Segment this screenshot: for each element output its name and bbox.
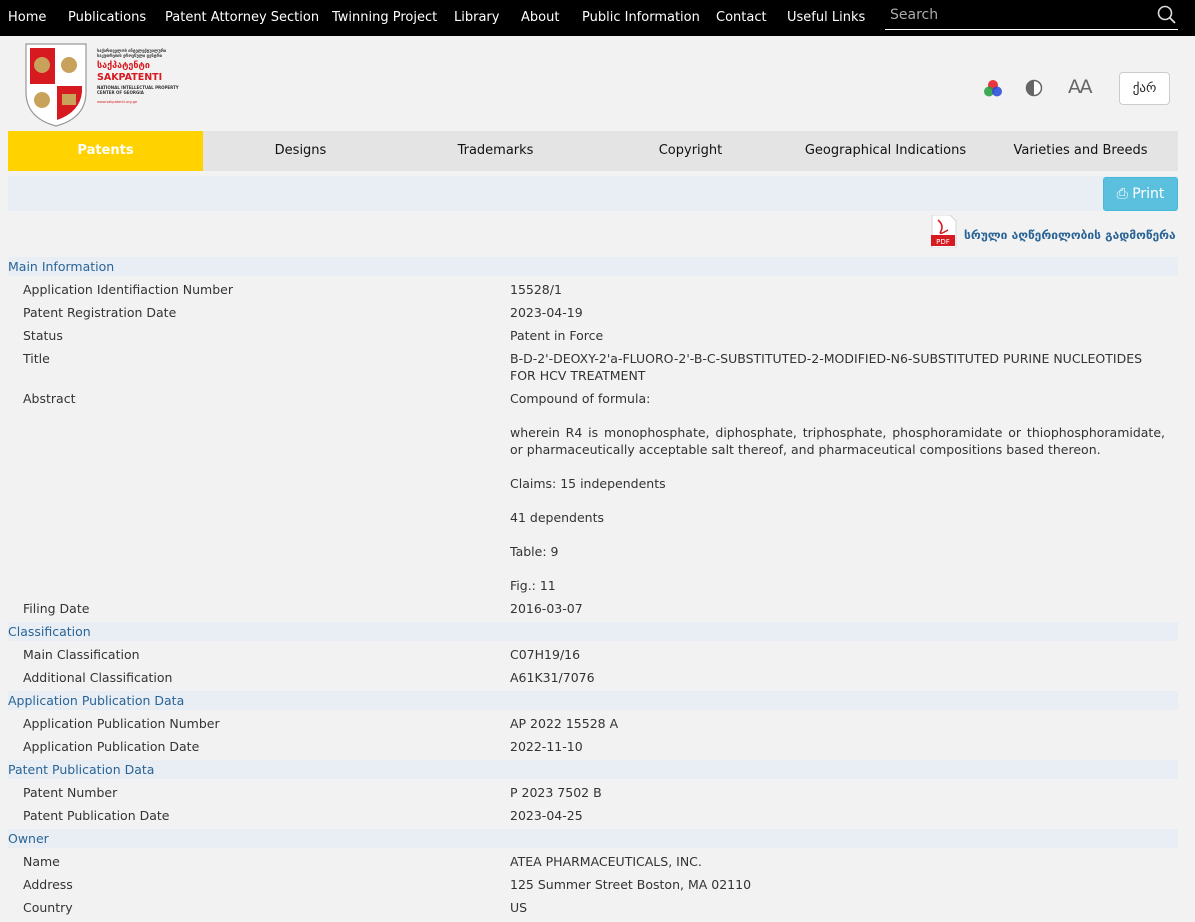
search-icon[interactable] [1156, 4, 1178, 26]
nav-public-information[interactable]: Public Information [582, 0, 700, 36]
value-owner-country: US [510, 900, 528, 915]
value-status: Patent in Force [510, 328, 604, 343]
section-application-publication: Application Publication Data [8, 691, 1178, 710]
print-icon: ⎙ [1116, 186, 1128, 202]
label-application-publication-number: Application Publication Number [23, 716, 220, 731]
label-owner-country: Country [23, 900, 73, 915]
nav-twinning-project[interactable]: Twinning Project [332, 0, 437, 36]
value-patent-publication-date: 2023-04-25 [510, 808, 583, 823]
label-patent-number: Patent Number [23, 785, 118, 800]
value-title: B-D-2'-DEOXY-2'a-FLUORO-2'-B-C-SUBSTITUT… [510, 351, 1143, 383]
tab-geographical-indications[interactable]: Geographical Indications [788, 131, 983, 171]
label-main-classification: Main Classification [23, 647, 140, 662]
label-owner-name: Name [23, 854, 60, 869]
nav-useful-links[interactable]: Useful Links [787, 0, 865, 36]
nav-contact[interactable]: Contact [716, 0, 767, 36]
value-registration-date: 2023-04-19 [510, 305, 583, 320]
value-application-id: 15528/1 [510, 282, 562, 297]
abstract-text: wherein R4 is monophosphate, diphosphate… [510, 425, 1165, 457]
print-button[interactable]: ⎙ Print [1103, 177, 1178, 211]
nav-library[interactable]: Library [454, 0, 499, 36]
value-owner-address: 125 Summer Street Boston, MA 02110 [510, 877, 752, 892]
label-registration-date: Patent Registration Date [23, 305, 177, 320]
nav-home[interactable]: Home [8, 0, 46, 36]
toolbar-band [8, 176, 1178, 211]
print-label: Print [1132, 186, 1165, 202]
tab-designs[interactable]: Designs [203, 131, 398, 171]
logo-url: www.sakpatenti.org.ge [97, 100, 138, 104]
abstract-dependents: 41 dependents [510, 510, 605, 525]
logo-brand-ka: საქპატენტი [97, 61, 150, 71]
section-classification: Classification [8, 622, 1178, 641]
font-size-icon[interactable]: AA [1068, 76, 1092, 98]
label-application-publication-date: Application Publication Date [23, 739, 200, 754]
value-owner-name: ATEA PHARMACEUTICALS, INC. [510, 854, 702, 869]
label-owner-address: Address [23, 877, 73, 892]
label-title: Title [23, 351, 50, 366]
top-navigation: Home Publications Patent Attorney Sectio… [0, 0, 1195, 36]
pdf-download-label: სრული აღწერილობის გადმოწერა [964, 228, 1176, 242]
value-patent-number: P 2023 7502 B [510, 785, 602, 800]
abstract-formula: Compound of formula: [510, 391, 651, 406]
label-filing-date: Filing Date [23, 601, 90, 616]
tab-trademarks[interactable]: Trademarks [398, 131, 593, 171]
section-patent-publication: Patent Publication Data [8, 760, 1178, 779]
section-main-information: Main Information [8, 257, 1178, 276]
nav-about[interactable]: About [521, 0, 559, 36]
category-tabs: Patents Designs Trademarks Copyright Geo… [8, 131, 1178, 171]
abstract-figures: Fig.: 11 [510, 578, 556, 593]
search-input[interactable] [885, 2, 1145, 28]
value-filing-date: 2016-03-07 [510, 601, 583, 616]
value-abstract: Compound of formula: wherein R4 is monop… [510, 390, 1165, 594]
abstract-tables: Table: 9 [510, 544, 559, 559]
logo-subtitle-2: CENTER OF GEORGIA [97, 90, 144, 95]
search-box [885, 2, 1178, 30]
value-application-publication-number: AP 2022 15528 A [510, 716, 619, 731]
nav-patent-attorney-section[interactable]: Patent Attorney Section [165, 0, 319, 36]
label-additional-classification: Additional Classification [23, 670, 173, 685]
tab-patents[interactable]: Patents [8, 131, 203, 171]
label-abstract: Abstract [23, 391, 76, 406]
nav-publications[interactable]: Publications [68, 0, 146, 36]
abstract-claims: Claims: 15 independents [510, 476, 666, 491]
label-patent-publication-date: Patent Publication Date [23, 808, 170, 823]
pdf-icon-text: PDF [936, 238, 950, 246]
contrast-icon[interactable] [1025, 79, 1043, 97]
logo-line-ka-2: საკუთრების ეროვნული ცენტრი [97, 53, 163, 58]
value-additional-classification: A61K31/7076 [510, 670, 595, 685]
section-owner: Owner [8, 829, 1178, 848]
sakpatenti-logo[interactable] [22, 40, 90, 128]
tab-copyright[interactable]: Copyright [593, 131, 788, 171]
font-size-glyph: AA [1068, 76, 1092, 98]
value-application-publication-date: 2022-11-10 [510, 739, 583, 754]
logo-text: საქართველოს ინტელექტუალური საკუთრების ერ… [97, 48, 197, 104]
color-icon[interactable] [983, 79, 1003, 98]
pdf-icon: PDF [931, 215, 957, 248]
language-toggle-button[interactable]: ქარ [1119, 72, 1170, 105]
label-status: Status [23, 328, 63, 343]
tab-varieties-and-breeds[interactable]: Varieties and Breeds [983, 131, 1178, 171]
value-main-classification: C07H19/16 [510, 647, 581, 662]
label-application-id: Application Identifiaction Number [23, 282, 233, 297]
logo-brand-en: SAKPATENTI [97, 72, 163, 83]
